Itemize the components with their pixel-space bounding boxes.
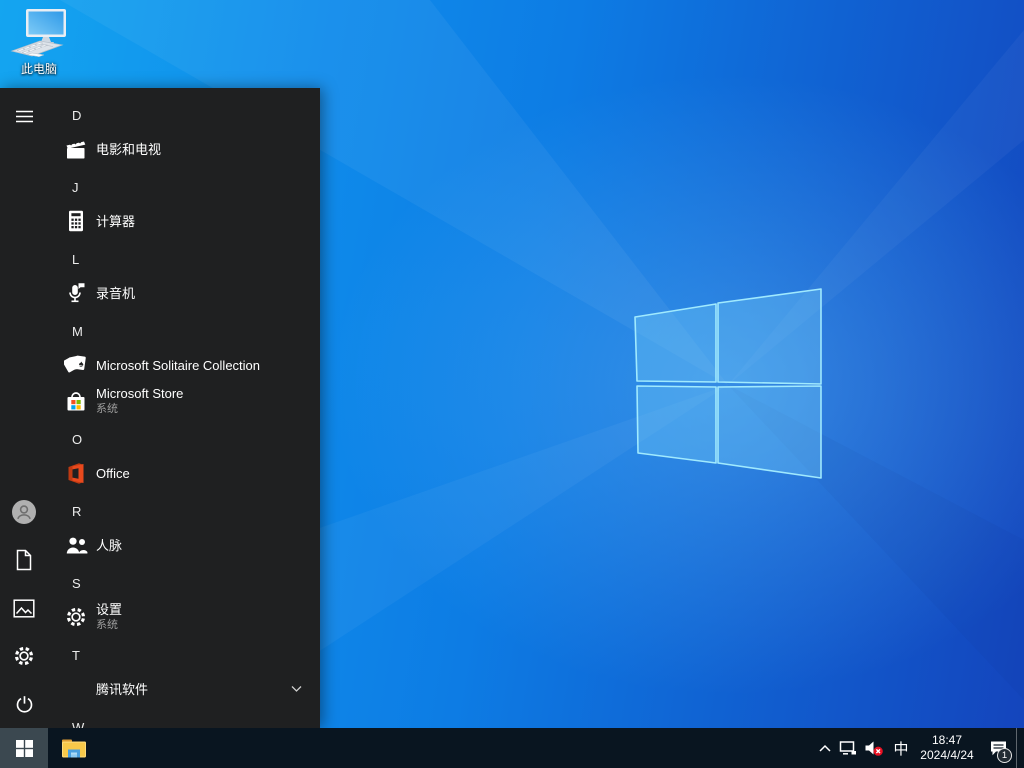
app-label: Microsoft Solitaire Collection [96,358,260,373]
office-icon [64,461,88,485]
network-button[interactable] [836,728,860,768]
app-item[interactable]: Office [48,455,320,491]
volume-muted-icon [864,740,884,757]
this-pc-icon [10,8,68,60]
letter-header-J[interactable]: J [48,169,320,205]
clock-time: 18:47 [920,733,973,748]
app-label: 录音机 [96,286,135,301]
voice-recorder-icon [64,281,88,305]
network-ethernet-icon [839,740,857,756]
show-desktop-button[interactable] [1016,728,1024,768]
app-label: 人脉 [96,538,122,553]
letter-header-D[interactable]: D [48,97,320,133]
letter-header-O[interactable]: O [48,421,320,457]
hidden-icons-button[interactable] [814,728,836,768]
movies-tv-icon [64,137,88,161]
letter-header-R[interactable]: R [48,493,320,529]
calculator-icon [64,209,88,233]
letter-header-M[interactable]: M [48,313,320,349]
windows-start-icon [16,740,33,757]
menu-button[interactable] [0,92,48,140]
app-sublabel: 系统 [96,618,122,633]
start-menu-rail [0,88,48,728]
clock-date: 2024/4/24 [920,748,973,763]
letter-label: M [72,324,83,339]
app-item[interactable]: 计算器 [48,203,320,239]
start-menu: D 电影和电视 J 计算器 L 录音机 M ♠ Microsoft Solitaire Coll… [0,88,320,728]
desktop-icon-this-pc[interactable]: 此电脑 [6,8,72,78]
app-item[interactable]: 设置系统 [48,595,320,639]
ime-label: 中 [893,738,908,759]
letter-header-W[interactable]: W [48,709,320,728]
letter-header-L[interactable]: L [48,241,320,277]
letter-label: J [72,180,79,195]
file-explorer-icon [61,737,87,759]
start-button[interactable] [0,728,48,768]
gear-icon [13,645,35,667]
chevron-up-icon [818,743,832,753]
taskbar: 中 18:47 2024/4/24 1 [0,728,1024,768]
store-icon [64,389,88,413]
start-menu-app-list: D 电影和电视 J 计算器 L 录音机 M ♠ Microsoft Solitaire Coll… [48,88,320,728]
app-item[interactable]: ♠ Microsoft Solitaire Collection [48,347,320,383]
solitaire-icon: ♠ [64,353,88,377]
document-icon [14,549,34,571]
app-sublabel: 系统 [96,402,183,417]
chevron-down-icon [291,686,302,693]
file-explorer-button[interactable] [50,728,98,768]
app-label: Microsoft Store [96,386,183,401]
letter-label: S [72,576,81,591]
gear-icon [64,605,88,629]
app-group-folder[interactable]: 腾讯软件 [48,671,320,707]
letter-label: R [72,504,81,519]
settings-button[interactable] [0,632,48,680]
app-label: Office [96,466,130,481]
notification-badge: 1 [997,748,1012,763]
hamburger-icon [16,110,33,123]
letter-label: L [72,252,79,267]
documents-button[interactable] [0,536,48,584]
action-center-button[interactable]: 1 [980,728,1016,768]
desktop-icon-label: 此电脑 [21,62,57,76]
app-item[interactable]: 电影和电视 [48,131,320,167]
letter-label: O [72,432,82,447]
user-icon [11,499,37,525]
power-button[interactable] [0,680,48,728]
pictures-button[interactable] [0,584,48,632]
power-icon [14,694,35,715]
app-label: 计算器 [96,214,135,229]
app-item[interactable]: Microsoft Store系统 [48,379,320,423]
clock[interactable]: 18:47 2024/4/24 [914,728,980,768]
pictures-icon [13,599,35,618]
app-item[interactable]: 录音机 [48,275,320,311]
letter-label: W [72,720,84,729]
volume-button[interactable] [860,728,888,768]
people-icon [64,533,88,557]
user-account-button[interactable] [0,488,48,536]
app-label: 设置 [96,602,122,617]
letter-header-T[interactable]: T [48,637,320,673]
app-label: 腾讯软件 [96,682,148,697]
app-label: 电影和电视 [96,142,161,157]
app-item[interactable]: 人脉 [48,527,320,563]
system-tray: 中 18:47 2024/4/24 1 [814,728,1024,768]
letter-label: T [72,648,80,663]
ime-indicator[interactable]: 中 [888,728,914,768]
letter-label: D [72,108,81,123]
